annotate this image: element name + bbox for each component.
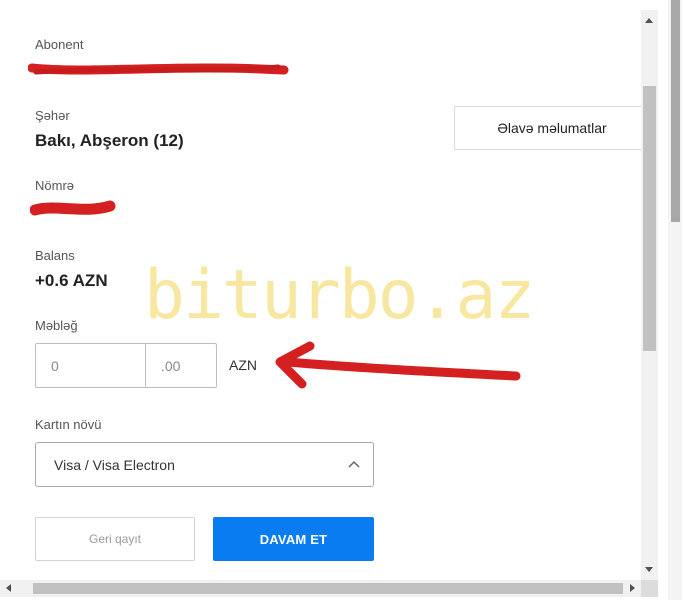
number-label: Nömrə [35, 178, 75, 193]
card-type-selected: Visa / Visa Electron [54, 456, 175, 473]
payment-form: Abonent Şəhər Bakı, Abşeron (12) Əlavə m… [0, 0, 641, 580]
card-type-label: Kartın növü [35, 417, 102, 432]
card-type-select[interactable]: Visa / Visa Electron [35, 442, 374, 487]
amount-decimal-input[interactable]: .00 [145, 343, 217, 388]
page-scroll-thumb[interactable] [671, 0, 680, 222]
arrow-annotation [275, 341, 521, 389]
vertical-scrollbar[interactable] [641, 10, 658, 580]
chevron-up-icon [348, 460, 360, 468]
redacted-number-value [30, 200, 116, 216]
subscriber-label: Abonent [35, 37, 84, 52]
currency-label: AZN [229, 357, 257, 373]
balance-label: Balans [35, 248, 75, 263]
balance-value: +0.6 AZN [35, 271, 108, 290]
scroll-up-icon[interactable] [645, 18, 653, 23]
city-value: Bakı, Abşeron (12) [35, 131, 184, 150]
horizontal-scrollbar[interactable] [0, 580, 641, 597]
continue-button[interactable]: DAVAM ET [213, 517, 374, 561]
scroll-left-icon[interactable] [6, 584, 11, 592]
scroll-right-icon[interactable] [630, 584, 635, 592]
city-label: Şəhər [35, 108, 70, 123]
watermark: biturbo.az [144, 256, 535, 335]
amount-integer-input[interactable]: 0 [35, 343, 146, 388]
more-info-button[interactable]: Əlavə məlumatlar [454, 106, 641, 150]
scroll-down-icon[interactable] [645, 567, 653, 572]
back-button[interactable]: Geri qayıt [35, 517, 195, 561]
horizontal-scroll-thumb[interactable] [33, 583, 623, 594]
scrollbar-corner [641, 580, 658, 597]
amount-label: Məbləğ [35, 318, 78, 333]
page-scrollbar[interactable] [668, 0, 682, 600]
vertical-scroll-thumb[interactable] [643, 86, 656, 351]
redacted-subscriber-value [28, 63, 289, 75]
